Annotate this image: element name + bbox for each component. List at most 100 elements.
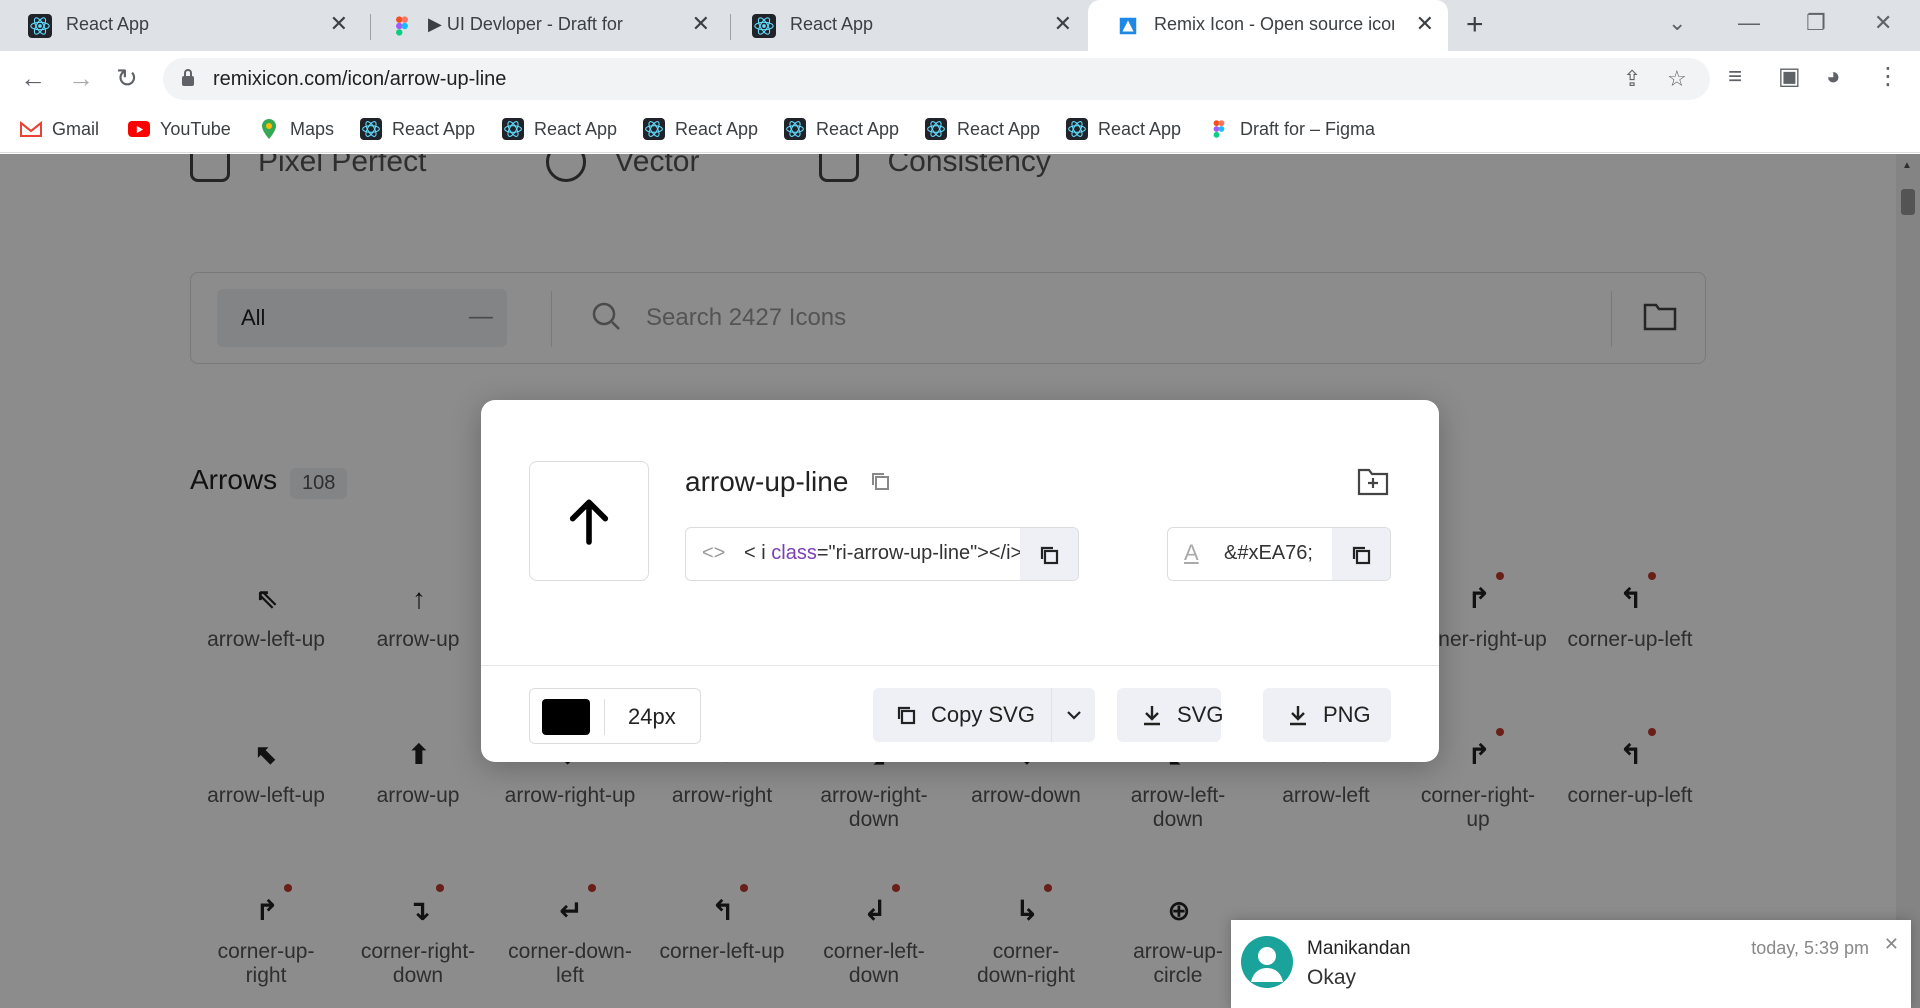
download-png-button[interactable]: PNG [1263, 688, 1391, 742]
back-icon[interactable]: ← [20, 64, 46, 92]
star-icon[interactable]: ☆ [1667, 66, 1687, 92]
figma-icon [390, 14, 414, 38]
copy-unicode-button[interactable] [1332, 528, 1390, 580]
react-icon [360, 118, 382, 140]
bookmark-react-app[interactable]: React App [643, 115, 758, 143]
reload-icon[interactable]: ↻ [116, 64, 138, 92]
react-icon [925, 118, 947, 140]
bookmark-label: React App [392, 118, 476, 139]
close-icon[interactable]: ✕ [1416, 12, 1434, 36]
new-tab-button[interactable]: + [1466, 9, 1484, 41]
icon-detail-modal: arrow-up-line <> < i class="ri-arrow-up-… [481, 400, 1439, 762]
bookmark-react-app[interactable]: React App [502, 115, 617, 143]
remix-icon [1116, 14, 1140, 38]
react-icon [784, 118, 806, 140]
code-snippet: < i class="ri-arrow-up-line"></i> [744, 542, 1022, 565]
react-icon [502, 118, 524, 140]
code-tag: < i [744, 542, 772, 564]
copy-icon[interactable] [869, 470, 891, 492]
maps-icon [258, 118, 280, 140]
bookmark-label: React App [957, 118, 1041, 139]
menu-icon[interactable]: ⋮ [1876, 63, 1900, 91]
notification-message: Okay [1307, 966, 1357, 989]
close-icon[interactable]: ✕ [1884, 934, 1899, 955]
download-svg-button[interactable]: SVG [1117, 688, 1224, 742]
gmail-icon [20, 118, 42, 140]
avatar [1241, 936, 1293, 988]
address-bar: ← → ↻ remixicon.com/icon/arrow-up-line ⇪… [0, 51, 1920, 105]
bookmark-react-app[interactable]: React App [360, 115, 475, 143]
chat-notification[interactable]: Manikandan Okay today, 5:39 pm ✕ [1231, 920, 1911, 1008]
bookmark-react-app[interactable]: React App [784, 115, 899, 143]
react-icon [752, 14, 776, 38]
color-size-control: 24px [529, 688, 701, 744]
copy-code-button[interactable] [1020, 528, 1078, 580]
notification-sender: Manikandan [1307, 938, 1411, 959]
download-png-label: PNG [1323, 702, 1371, 727]
figma-icon [1208, 118, 1230, 140]
close-icon[interactable]: ✕ [1054, 12, 1072, 36]
lock-icon [182, 69, 194, 86]
bookmark-gmail[interactable]: Gmail [20, 115, 99, 143]
bookmark-label: React App [675, 118, 759, 139]
react-icon [1066, 118, 1088, 140]
arrow-up-icon [569, 499, 609, 545]
react-icon [28, 14, 52, 38]
restore-icon[interactable]: ❐ [1806, 10, 1826, 36]
bookmarks-bar: Gmail YouTube Maps React App React App R… [0, 105, 1920, 153]
class-code-field[interactable]: <> < i class="ri-arrow-up-line"></i> [685, 527, 1079, 581]
unicode-field[interactable]: A &#xEA76; [1167, 527, 1391, 581]
tab-search-icon[interactable]: ⌄ [1668, 10, 1686, 36]
bookmark-youtube[interactable]: YouTube [128, 115, 231, 143]
forward-icon[interactable]: → [68, 64, 94, 92]
download-icon [1141, 704, 1163, 726]
url-field[interactable]: remixicon.com/icon/arrow-up-line ⇪ ☆ [163, 58, 1710, 100]
bookmark-maps[interactable]: Maps [258, 115, 334, 143]
bookmark-react-app[interactable]: React App [1066, 115, 1181, 143]
tab-react-app-1[interactable]: React App ✕ [0, 0, 362, 51]
unicode-value: &#xEA76; [1224, 542, 1313, 564]
tab-title: React App [790, 14, 874, 34]
icon-name-title: arrow-up-line [685, 466, 849, 497]
tab-react-app-2[interactable]: React App ✕ [724, 0, 1086, 51]
copy-icon [1040, 546, 1059, 565]
side-panel-icon[interactable]: ▣ [1778, 63, 1801, 91]
divider [481, 665, 1439, 666]
tab-strip: React App ✕ ▶ UI Devloper - Draft for ✕ … [0, 0, 1920, 51]
profile-icon[interactable]: ◕ [1826, 63, 1841, 91]
window-close-icon[interactable]: ✕ [1874, 10, 1892, 36]
download-icon [1287, 704, 1309, 726]
bookmark-label: React App [1098, 118, 1182, 139]
close-icon[interactable]: ✕ [330, 12, 348, 36]
divider [604, 699, 605, 735]
tab-title: Remix Icon - Open source icon lil [1154, 14, 1394, 34]
tab-title: React App [66, 14, 150, 34]
tab-figma-draft[interactable]: ▶ UI Devloper - Draft for ✕ [362, 0, 724, 51]
minimize-icon[interactable]: — [1738, 10, 1760, 36]
bookmark-label: YouTube [160, 118, 231, 139]
code-icon: <> [702, 542, 726, 564]
size-value[interactable]: 24px [628, 704, 676, 730]
font-icon: A [1184, 540, 1199, 565]
share-icon[interactable]: ⇪ [1623, 66, 1641, 92]
url-text: remixicon.com/icon/arrow-up-line [213, 68, 507, 90]
bookmark-figma[interactable]: Draft for – Figma [1208, 115, 1375, 143]
tab-remix-icon[interactable]: Remix Icon - Open source icon lil ✕ [1088, 0, 1448, 51]
copy-svg-label: Copy SVG [931, 702, 1035, 727]
code-value: ="ri-arrow-up-line"></i> [816, 542, 1023, 564]
copy-svg-button[interactable]: Copy SVG [873, 688, 1095, 742]
add-to-collection-icon[interactable] [1357, 466, 1389, 496]
code-attr: class [771, 542, 817, 564]
copy-icon [895, 704, 917, 726]
icon-preview [529, 461, 649, 581]
color-swatch[interactable] [542, 699, 590, 735]
bookmark-label: Gmail [52, 118, 100, 139]
youtube-icon [128, 121, 150, 137]
media-icon[interactable]: ≡ [1728, 63, 1742, 91]
bookmark-label: Draft for – Figma [1240, 118, 1376, 139]
notification-time: today, 5:39 pm [1751, 938, 1869, 958]
download-svg-label: SVG [1177, 702, 1224, 727]
bookmark-react-app[interactable]: React App [925, 115, 1040, 143]
close-icon[interactable]: ✕ [692, 12, 710, 36]
chevron-down-icon[interactable] [1051, 688, 1095, 742]
